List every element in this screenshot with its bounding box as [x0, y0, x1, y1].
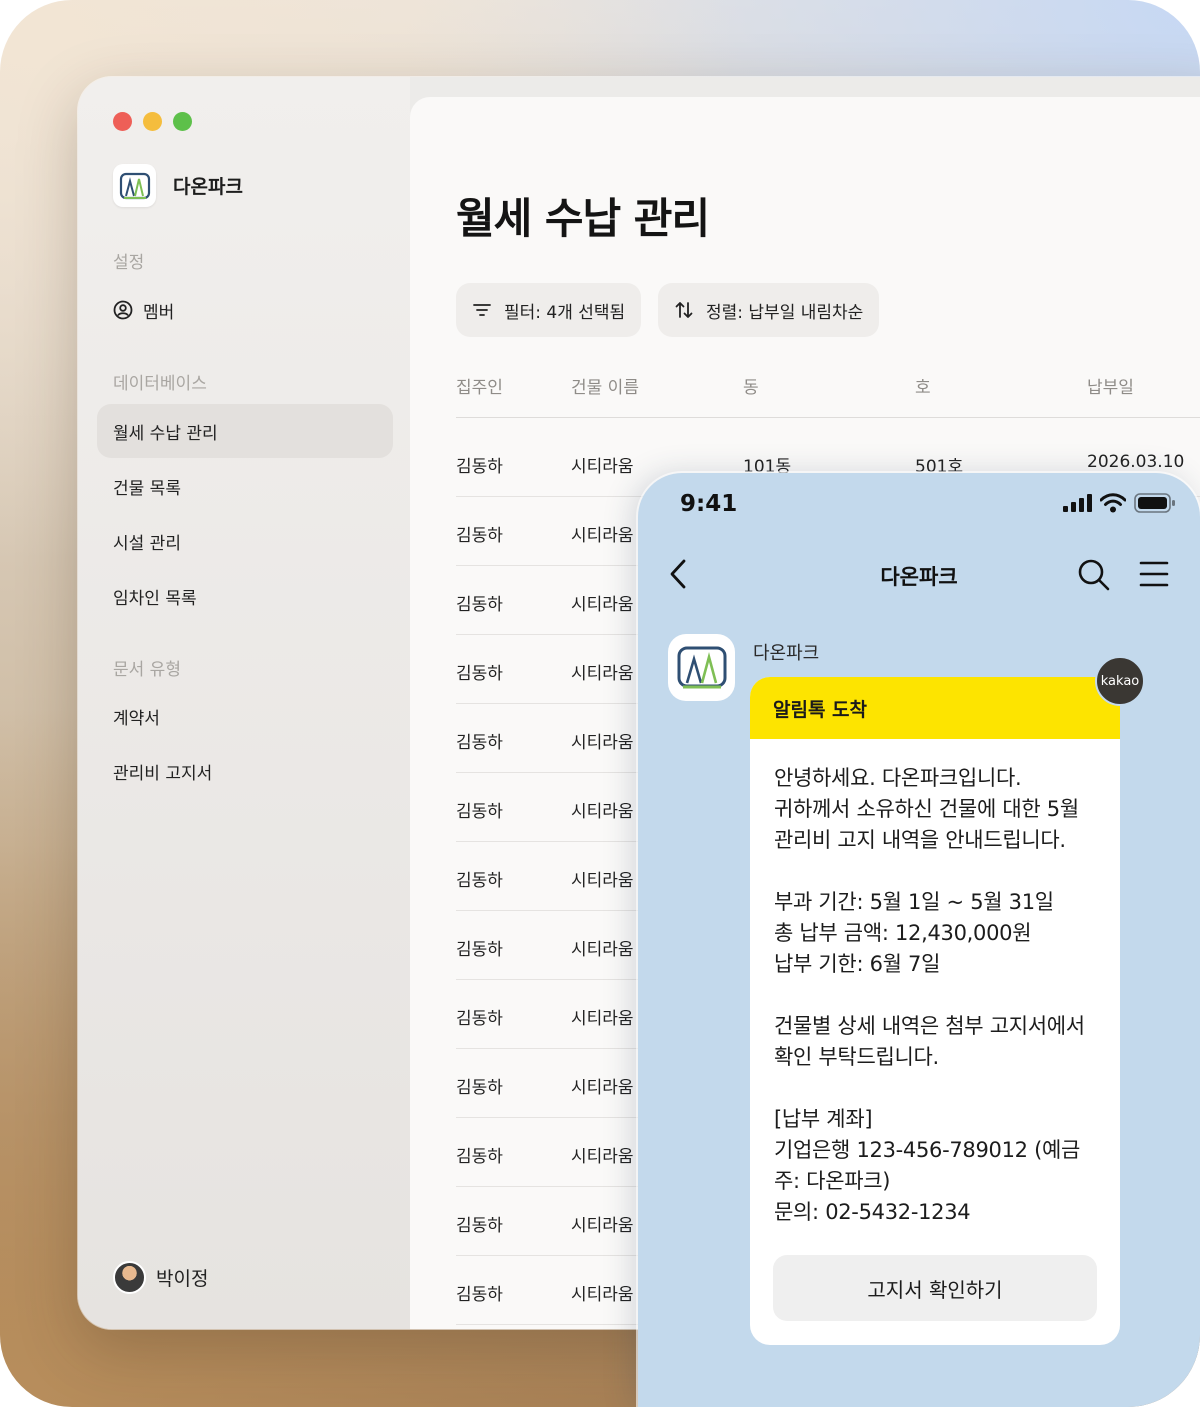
table-cell: 김동하 [456, 871, 503, 891]
table-cell: 김동하 [456, 733, 503, 753]
table-cell: 시티라움 [571, 457, 634, 477]
table-cell: 시티라움 [571, 802, 634, 822]
window-controls [113, 112, 192, 131]
search-icon [1078, 559, 1110, 591]
building-logo-icon [119, 172, 150, 199]
sidebar-item-label: 임차인 목록 [113, 588, 197, 609]
signal-icon [1063, 494, 1092, 512]
sidebar-item-label: 관리비 고지서 [113, 763, 213, 784]
sidebar-item-members[interactable]: 멤버 [97, 283, 393, 337]
chat-title: 다온파크 [880, 565, 958, 589]
table-cell: 김동하 [456, 1078, 503, 1098]
phone-mockup: 9:41 다온파크 다온파크 알림톡 도착 안녕하세요. 다온파크입니다. 귀하… [638, 473, 1200, 1407]
table-cell: 김동하 [456, 664, 503, 684]
sidebar-item-contracts[interactable]: 계약서 [97, 689, 393, 743]
sidebar-item-tenants[interactable]: 임차인 목록 [97, 569, 393, 623]
workspace-brand[interactable]: 다온파크 [113, 164, 243, 207]
section-label-settings: 설정 [113, 253, 145, 273]
sidebar-item-maintenance-bills[interactable]: 관리비 고지서 [97, 744, 393, 798]
sidebar-item-label: 건물 목록 [113, 478, 181, 499]
alimtalk-message-bubble: 알림톡 도착 안녕하세요. 다온파크입니다. 귀하께서 소유하신 건물에 대한 … [750, 677, 1120, 1345]
table-cell: 김동하 [456, 1285, 503, 1305]
app-logo [113, 164, 156, 207]
building-logo-icon [677, 646, 726, 688]
sidebar-item-rent-collection[interactable]: 월세 수납 관리 [97, 404, 393, 458]
sort-button[interactable]: 정렬: 납부일 내림차순 [658, 283, 880, 337]
wifi-icon [1100, 493, 1126, 513]
sidebar-item-label: 멤버 [143, 302, 175, 323]
status-time: 9:41 [680, 491, 738, 517]
sidebar-item-label: 월세 수납 관리 [113, 423, 218, 444]
section-label-database: 데이터베이스 [113, 374, 207, 394]
table-cell: 시티라움 [571, 1147, 634, 1167]
table-cell: 김동하 [456, 802, 503, 822]
column-header-owner[interactable]: 집주인 [456, 373, 503, 398]
table-cell: 시티라움 [571, 526, 634, 546]
workspace-name: 다온파크 [173, 176, 243, 198]
message-header: 알림톡 도착 [750, 677, 1120, 739]
sidebar-item-buildings[interactable]: 건물 목록 [97, 459, 393, 513]
column-header-building[interactable]: 건물 이름 [571, 373, 639, 398]
user-name: 박이정 [156, 1268, 209, 1290]
menu-icon [1139, 561, 1169, 587]
battery-icon [1134, 493, 1175, 513]
header-divider [456, 417, 1200, 418]
table-cell: 김동하 [456, 940, 503, 960]
table-cell: 시티라움 [571, 940, 634, 960]
maximize-window-button[interactable] [173, 112, 192, 131]
filter-icon [473, 304, 491, 316]
status-bar-icons [1062, 493, 1176, 513]
table-cell: 시티라움 [571, 871, 634, 891]
message-body: 안녕하세요. 다온파크입니다. 귀하께서 소유하신 건물에 대한 5월 관리비 … [774, 766, 1085, 1224]
table-cell: 시티라움 [571, 595, 634, 615]
chat-search-button[interactable] [1076, 557, 1112, 597]
table-cell: 시티라움 [571, 664, 634, 684]
avatar [113, 1261, 146, 1294]
table-cell: 김동하 [456, 526, 503, 546]
sort-icon [675, 302, 693, 318]
sender-name: 다온파크 [753, 643, 820, 664]
column-header-due-date[interactable]: 납부일 [1087, 373, 1134, 398]
page-title: 월세 수납 관리 [456, 194, 710, 243]
view-bill-button[interactable]: 고지서 확인하기 [773, 1255, 1097, 1321]
table-cell: 김동하 [456, 1009, 503, 1029]
table-cell: 김동하 [456, 595, 503, 615]
table-cell: 김동하 [456, 1147, 503, 1167]
minimize-window-button[interactable] [143, 112, 162, 131]
user-circle-icon [113, 300, 133, 320]
table-cell: 2026.03.10 [1087, 452, 1185, 472]
section-label-document-types: 문서 유형 [113, 660, 181, 680]
sidebar-item-facilities[interactable]: 시설 관리 [97, 514, 393, 568]
background-frame: 다온파크 설정 멤버 데이터베이스 월세 수납 관리 건물 목록 시설 관리 임… [0, 0, 1200, 1407]
current-user[interactable]: 박이정 [113, 1261, 208, 1294]
filter-button[interactable]: 필터: 4개 선택됨 [456, 283, 642, 337]
chat-menu-button[interactable] [1138, 559, 1170, 593]
table-cell: 시티라움 [571, 733, 634, 753]
kakao-badge: kakao [1095, 656, 1145, 706]
sidebar-item-label: 시설 관리 [113, 533, 181, 554]
column-header-dong[interactable]: 동 [743, 373, 759, 398]
filter-label: 필터: 4개 선택됨 [504, 302, 626, 323]
table-cell: 시티라움 [571, 1285, 634, 1305]
sort-label: 정렬: 납부일 내림차순 [706, 302, 864, 323]
table-cell: 시티라움 [571, 1078, 634, 1098]
sender-avatar[interactable] [668, 634, 735, 701]
table-cell: 시티라움 [571, 1009, 634, 1029]
column-header-ho[interactable]: 호 [915, 373, 931, 398]
sidebar: 다온파크 설정 멤버 데이터베이스 월세 수납 관리 건물 목록 시설 관리 임… [78, 77, 410, 1329]
close-window-button[interactable] [113, 112, 132, 131]
table-cell: 김동하 [456, 457, 503, 477]
sidebar-item-label: 계약서 [113, 708, 160, 729]
table-cell: 김동하 [456, 1216, 503, 1236]
table-cell: 시티라움 [571, 1216, 634, 1236]
